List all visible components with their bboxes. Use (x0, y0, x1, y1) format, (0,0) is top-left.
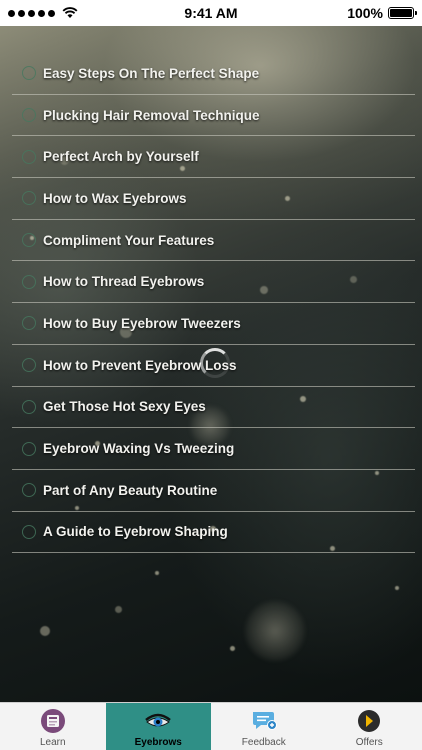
radio-circle-icon (22, 358, 36, 373)
list-item[interactable]: How to Wax Eyebrows (12, 178, 415, 220)
list-item-label: Easy Steps On The Perfect Shape (43, 65, 260, 81)
list-item-label: A Guide to Eyebrow Shaping (43, 524, 228, 540)
radio-circle-icon (22, 233, 36, 248)
tab-bar: Learn Eyebrows Feedback Offers (0, 702, 422, 750)
battery-percent: 100% (347, 5, 383, 21)
signal-dot (38, 9, 45, 17)
radio-circle-icon (22, 483, 36, 498)
radio-circle-icon (22, 524, 36, 539)
tab-learn-label: Learn (39, 737, 66, 748)
chat-bubble-icon (249, 706, 279, 736)
signal-dot (18, 9, 25, 17)
list-item[interactable]: Compliment Your Features (12, 220, 415, 262)
list-item[interactable]: A Guide to Eyebrow Shaping (12, 512, 415, 554)
wifi-icon (62, 7, 78, 18)
topic-list: Easy Steps On The Perfect Shape Plucking… (12, 53, 415, 554)
tab-feedback[interactable]: Feedback (211, 703, 317, 750)
radio-circle-icon (22, 66, 36, 81)
list-item[interactable]: Get Those Hot Sexy Eyes (12, 387, 415, 429)
tab-offers-label: Offers (355, 737, 383, 748)
tab-feedback-label: Feedback (241, 737, 286, 748)
list-item[interactable]: Easy Steps On The Perfect Shape (12, 53, 415, 95)
tab-offers[interactable]: Offers (317, 703, 422, 750)
list-item[interactable]: Plucking Hair Removal Technique (12, 95, 415, 137)
list-item[interactable]: Eyebrow Waxing Vs Tweezing (12, 428, 415, 470)
list-item-label: Compliment Your Features (43, 232, 215, 248)
list-item-label: How to Wax Eyebrows (43, 190, 187, 206)
list-item[interactable]: Perfect Arch by Yourself (12, 136, 415, 179)
list-item[interactable]: How to Thread Eyebrows (12, 261, 415, 304)
signal-dot (28, 9, 35, 17)
radio-circle-icon (22, 149, 36, 164)
list-item-label: Eyebrow Waxing Vs Tweezing (43, 441, 235, 457)
list-item-label: How to Buy Eyebrow Tweezers (43, 315, 241, 331)
signal-dot (8, 9, 15, 17)
list-item-label: How to Thread Eyebrows (43, 274, 205, 290)
radio-circle-icon (22, 191, 36, 206)
tab-eyebrows[interactable]: Eyebrows (105, 703, 211, 750)
battery-icon (388, 7, 417, 19)
tab-eyebrows-label: Eyebrows (134, 737, 182, 748)
eye-icon (143, 706, 173, 736)
list-item[interactable]: How to Buy Eyebrow Tweezers (12, 303, 415, 345)
radio-circle-icon (22, 108, 36, 123)
signal-dot (48, 9, 55, 17)
status-bar: 9:41 AM 100% (0, 0, 422, 26)
book-icon (38, 706, 68, 736)
loading-spinner-icon (200, 348, 230, 378)
signal-strength (8, 7, 78, 19)
content-area: Easy Steps On The Perfect Shape Plucking… (0, 26, 422, 702)
play-circle-icon (354, 706, 384, 736)
list-item[interactable]: Part of Any Beauty Routine (12, 470, 415, 512)
radio-circle-icon (22, 274, 36, 289)
list-item-label: Perfect Arch by Yourself (43, 149, 199, 165)
radio-circle-icon (22, 399, 36, 414)
list-item-label: Plucking Hair Removal Technique (43, 107, 260, 123)
radio-circle-icon (22, 441, 36, 456)
list-item-label: Get Those Hot Sexy Eyes (43, 399, 206, 415)
tab-learn[interactable]: Learn (0, 703, 106, 750)
list-item-label: Part of Any Beauty Routine (43, 482, 218, 498)
radio-circle-icon (22, 316, 36, 331)
